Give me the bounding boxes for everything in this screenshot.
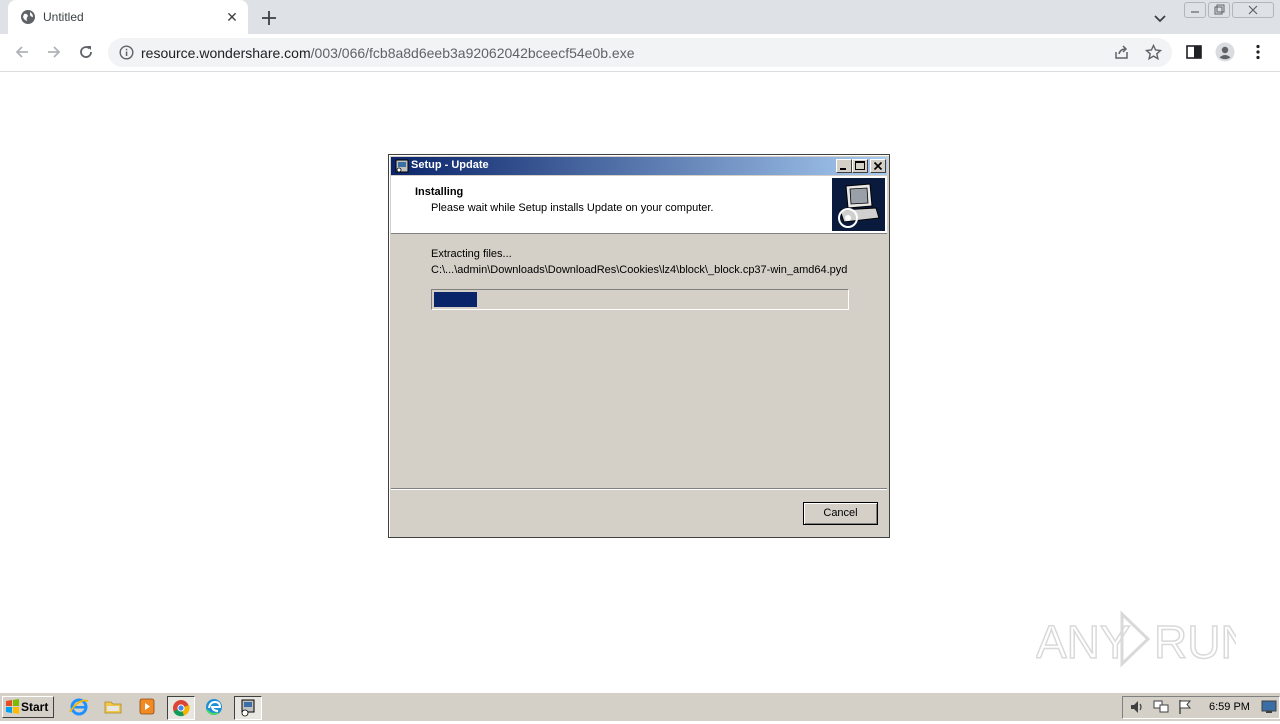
tab-title: Untitled	[43, 10, 84, 24]
arrow-right-icon[interactable]	[44, 42, 64, 62]
profile-icon[interactable]	[1215, 42, 1235, 62]
anyrun-watermark-logo: ANY RUN	[1036, 610, 1236, 669]
minimize-icon	[840, 168, 846, 170]
page-description: Please wait while Setup installs Update …	[431, 202, 714, 214]
restore-window-button[interactable]	[1208, 2, 1230, 18]
flag-icon[interactable]	[1177, 699, 1193, 715]
browser-toolbar: resource.wondershare.com/003/066/fcb8a8d…	[0, 34, 1280, 72]
taskbar-media-player[interactable]	[134, 696, 160, 718]
network-icon[interactable]	[1153, 699, 1169, 715]
desktop-icon[interactable]	[1261, 700, 1277, 714]
kebab-menu-icon[interactable]	[1248, 42, 1268, 62]
start-button[interactable]: Start	[2, 696, 54, 718]
close-window-button[interactable]	[1232, 2, 1274, 18]
dialog-title: Setup - Update	[411, 159, 489, 171]
progress-bar	[431, 289, 849, 310]
current-file-path: C:\...\admin\Downloads\DownloadRes\Cooki…	[431, 264, 848, 276]
minimize-button[interactable]	[836, 159, 852, 173]
installer-computer-icon	[832, 178, 885, 231]
star-icon[interactable]	[1145, 44, 1162, 61]
reload-icon[interactable]	[76, 42, 96, 62]
clock[interactable]: 6:59 PM	[1209, 701, 1250, 713]
volume-icon[interactable]	[1129, 699, 1145, 715]
maximize-button[interactable]	[852, 159, 868, 173]
taskbar-edge[interactable]	[201, 696, 227, 718]
globe-icon	[21, 10, 35, 24]
share-icon[interactable]	[1113, 44, 1130, 61]
start-label: Start	[21, 700, 49, 714]
address-bar[interactable]: resource.wondershare.com/003/066/fcb8a8d…	[108, 38, 1172, 67]
system-tray: 6:59 PM	[1122, 696, 1280, 719]
svg-text:ANY: ANY	[1036, 616, 1131, 668]
setup-icon	[241, 699, 255, 717]
dialog-header: Installing Please wait while Setup insta…	[391, 176, 887, 234]
taskbar-explorer[interactable]	[100, 696, 126, 718]
browser-tab[interactable]: Untitled ✕	[8, 0, 248, 34]
taskbar: Start 6:59 PM	[0, 692, 1280, 721]
close-icon[interactable]: ✕	[224, 9, 240, 25]
cancel-button[interactable]: Cancel	[803, 502, 878, 525]
close-icon	[873, 161, 883, 171]
close-window-icon	[1248, 5, 1258, 15]
windows-flag-icon	[6, 699, 19, 714]
svg-text:RUN: RUN	[1154, 616, 1236, 668]
minimize-window-button[interactable]	[1184, 2, 1206, 18]
taskbar-setup[interactable]	[234, 696, 262, 720]
dialog-close-button[interactable]	[870, 159, 886, 173]
side-panel-icon[interactable]	[1184, 42, 1204, 62]
dialog-titlebar[interactable]: Setup - Update	[391, 157, 887, 175]
chrome-icon	[173, 700, 190, 717]
url-host: resource.wondershare.com	[141, 45, 311, 61]
maximize-icon	[855, 161, 865, 170]
info-icon[interactable]	[119, 45, 134, 60]
minimize-icon	[1191, 11, 1199, 13]
chevron-down-icon[interactable]	[1152, 10, 1168, 26]
taskbar-ie[interactable]	[66, 696, 92, 718]
divider	[391, 488, 887, 490]
setup-dialog: Setup - Update Installing Please wait wh…	[388, 154, 890, 538]
tab-strip: Untitled ✕	[0, 0, 1280, 34]
restore-icon	[1214, 4, 1225, 15]
url-text[interactable]: resource.wondershare.com/003/066/fcb8a8d…	[141, 45, 635, 61]
status-label: Extracting files...	[431, 248, 512, 260]
plus-icon[interactable]	[258, 7, 280, 29]
edge-icon	[206, 699, 222, 715]
progress-fill	[434, 292, 477, 307]
folder-icon	[104, 701, 122, 714]
ie-icon	[69, 698, 89, 716]
setup-icon	[395, 159, 409, 173]
url-path: /003/066/fcb8a8d6eeb3a92062042bceecf54e0…	[310, 45, 635, 61]
media-player-icon	[139, 698, 155, 715]
arrow-left-icon[interactable]	[12, 42, 32, 62]
page-heading: Installing	[415, 186, 464, 198]
taskbar-chrome[interactable]	[167, 696, 195, 720]
